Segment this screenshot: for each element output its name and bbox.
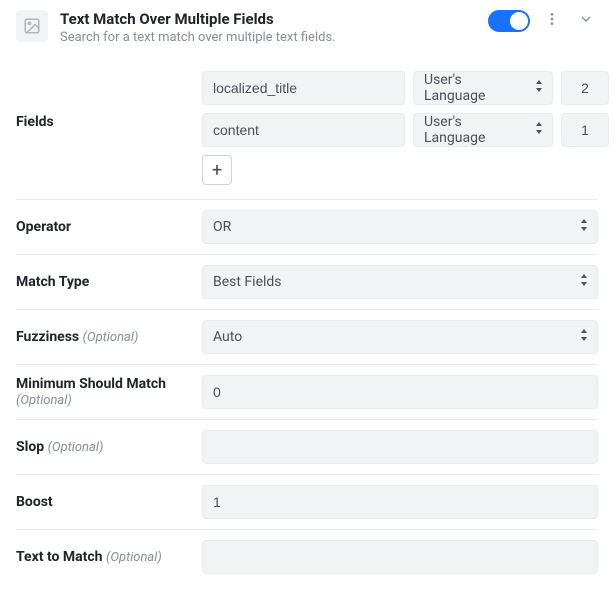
image-icon bbox=[16, 10, 48, 42]
field-row: User's Language bbox=[202, 113, 614, 147]
fields-section: Fields User's Language User's Language bbox=[16, 61, 598, 199]
select-caret-icon bbox=[579, 219, 589, 235]
field-lang-select[interactable]: User's Language bbox=[413, 113, 553, 147]
text-to-match-label: Text to Match (Optional) bbox=[16, 549, 188, 565]
fuzziness-select[interactable]: Auto bbox=[202, 320, 598, 354]
match-type-select[interactable]: Best Fields bbox=[202, 265, 598, 299]
slop-input[interactable] bbox=[202, 430, 598, 464]
select-caret-icon bbox=[534, 122, 544, 138]
panel-header: Text Match Over Multiple Fields Search f… bbox=[16, 10, 598, 61]
operator-label: Operator bbox=[16, 219, 188, 235]
select-caret-icon bbox=[579, 329, 589, 345]
select-caret-icon bbox=[534, 80, 544, 96]
collapse-icon[interactable] bbox=[574, 11, 598, 31]
field-weight-input[interactable] bbox=[561, 113, 609, 147]
field-row: User's Language bbox=[202, 71, 614, 105]
kebab-menu-icon[interactable] bbox=[540, 11, 564, 31]
min-should-input[interactable] bbox=[202, 375, 598, 409]
fuzziness-label: Fuzziness (Optional) bbox=[16, 329, 188, 345]
fields-label: Fields bbox=[16, 71, 188, 130]
panel-title: Text Match Over Multiple Fields bbox=[60, 10, 476, 28]
match-type-label: Match Type bbox=[16, 274, 188, 290]
field-name-input[interactable] bbox=[202, 113, 405, 147]
enable-toggle[interactable] bbox=[488, 10, 530, 32]
field-name-input[interactable] bbox=[202, 71, 405, 105]
add-field-button[interactable]: + bbox=[202, 155, 232, 185]
panel-description: Search for a text match over multiple te… bbox=[60, 30, 476, 45]
text-to-match-input[interactable] bbox=[202, 540, 598, 574]
min-should-label: Minimum Should Match (Optional) bbox=[16, 376, 188, 408]
field-lang-select[interactable]: User's Language bbox=[413, 71, 553, 105]
operator-select[interactable]: OR bbox=[202, 210, 598, 244]
slop-label: Slop (Optional) bbox=[16, 439, 188, 455]
boost-input[interactable] bbox=[202, 485, 598, 519]
field-weight-input[interactable] bbox=[561, 71, 609, 105]
boost-label: Boost bbox=[16, 494, 188, 510]
select-caret-icon bbox=[579, 274, 589, 290]
